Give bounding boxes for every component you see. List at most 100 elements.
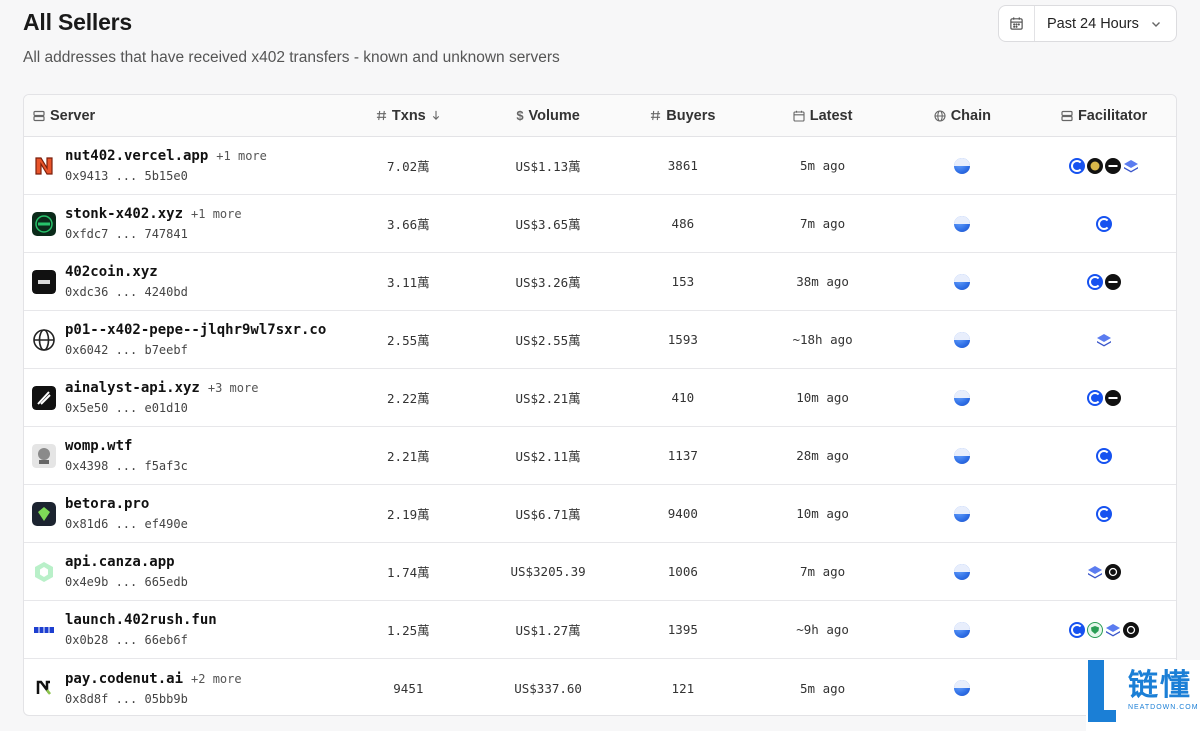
column-header-chain-label: Chain: [950, 107, 991, 124]
server-name-link[interactable]: api.canza.app: [65, 554, 175, 570]
server-cell: pay.codenut.ai +2 more 0x8d8f ... 05bb9b: [24, 671, 333, 706]
base-chain-icon: [954, 157, 971, 174]
chain-cell: [892, 505, 1032, 522]
volume-value: US$2.55萬: [515, 333, 581, 348]
server-address[interactable]: 0x4398 ... f5af3c: [65, 459, 333, 473]
server-name-link[interactable]: womp.wtf: [65, 438, 132, 454]
volume-value: US$3.26萬: [515, 275, 581, 290]
server-logo-icon: [32, 269, 56, 294]
txns-value: 3.66萬: [387, 217, 430, 232]
buyers-value: 3861: [667, 158, 698, 173]
server-address[interactable]: 0x6042 ... b7eebf: [65, 343, 333, 357]
table-row[interactable]: stonk-x402.xyz +1 more 0xfdc7 ... 747841…: [24, 195, 1176, 253]
server-logo-icon: [32, 618, 56, 642]
column-header-server-label: Server: [50, 107, 96, 124]
chain-cell: [892, 215, 1032, 232]
table-row[interactable]: ainalyst-api.xyz +3 more 0x5e50 ... e01d…: [24, 369, 1176, 427]
server-logo-icon: [32, 328, 56, 352]
base-chain-icon: [954, 447, 971, 464]
coinbase-icon: [1096, 215, 1113, 232]
column-header-buyers[interactable]: Buyers: [613, 108, 753, 124]
facilitator-cell: [1032, 215, 1176, 232]
server-address[interactable]: 0x9413 ... 5b15e0: [65, 169, 333, 183]
buyers-value: 121: [671, 680, 695, 696]
base-chain-icon: [954, 389, 971, 406]
server-address[interactable]: 0xdc36 ... 4240bd: [65, 285, 333, 299]
server-address[interactable]: 0xfdc7 ... 747841: [65, 227, 333, 241]
hash-icon: [650, 110, 661, 121]
server-address[interactable]: 0x0b28 ... 66eb6f: [65, 633, 333, 647]
server-name-link[interactable]: betora.pro: [65, 496, 149, 512]
watermark-logo: 链懂 NEATDOWN.COM: [1086, 660, 1200, 731]
time-range-select[interactable]: Past 24 Hours: [998, 5, 1177, 42]
dark-stripe-icon: [1105, 157, 1122, 174]
server-logo-icon: [32, 501, 56, 526]
latest-value: 10m ago: [796, 390, 849, 405]
column-header-txns[interactable]: Txns: [333, 108, 483, 124]
table-row[interactable]: api.canza.app 0x4e9b ... 665edb 1.74萬 US…: [24, 543, 1176, 601]
globe-icon: [934, 109, 946, 122]
base-chain-icon: [954, 273, 971, 290]
server-name-link[interactable]: pay.codenut.ai: [65, 671, 183, 687]
txns-value: 1.74萬: [387, 565, 430, 580]
table-row[interactable]: 402coin.xyz 0xdc36 ... 4240bd 3.11萬 US$3…: [24, 253, 1176, 311]
watermark-cn-text: 链懂: [1128, 668, 1192, 703]
more-domains-link[interactable]: +3 more: [208, 381, 259, 395]
page-title: All Sellers: [23, 9, 133, 35]
volume-value: US$2.21萬: [515, 391, 581, 406]
server-name-link[interactable]: launch.402rush.fun: [65, 612, 217, 628]
server-cell: launch.402rush.fun 0x0b28 ... 66eb6f: [24, 612, 333, 647]
buyers-value: 153: [671, 274, 695, 289]
txns-value: 1.25萬: [387, 623, 430, 638]
shield-icon: [1087, 621, 1104, 638]
table-row[interactable]: pay.codenut.ai +2 more 0x8d8f ... 05bb9b…: [24, 659, 1176, 715]
server-cell: ainalyst-api.xyz +3 more 0x5e50 ... e01d…: [24, 380, 333, 415]
column-header-server[interactable]: Server: [24, 108, 333, 124]
more-domains-link[interactable]: +1 more: [191, 207, 242, 221]
server-name-link[interactable]: stonk-x402.xyz: [65, 206, 183, 222]
facilitator-cell: [1032, 621, 1176, 638]
sellers-table: Server Txns $ Volume Buyers Latest Chain…: [23, 94, 1177, 716]
txns-value: 2.19萬: [387, 507, 430, 522]
table-row[interactable]: womp.wtf 0x4398 ... f5af3c 2.21萬 US$2.11…: [24, 427, 1176, 485]
base-chain-icon: [954, 621, 971, 638]
server-address[interactable]: 0x4e9b ... 665edb: [65, 575, 333, 589]
column-header-facilitator[interactable]: Facilitator: [1032, 108, 1176, 124]
buyers-value: 9400: [667, 506, 698, 521]
latest-value: 38m ago: [796, 274, 849, 289]
base-chain-icon: [954, 331, 971, 348]
table-row[interactable]: p01--x402-pepe--jlqhr9wl7sxr.co 0x6042 .…: [24, 311, 1176, 369]
table-row[interactable]: launch.402rush.fun 0x0b28 ... 66eb6f 1.2…: [24, 601, 1176, 659]
more-domains-link[interactable]: +2 more: [191, 672, 242, 686]
table-row[interactable]: betora.pro 0x81d6 ... ef490e 2.19萬 US$6.…: [24, 485, 1176, 543]
chain-cell: [892, 621, 1032, 638]
server-cell: betora.pro 0x81d6 ... ef490e: [24, 496, 333, 531]
column-header-volume[interactable]: $ Volume: [483, 108, 613, 124]
sort-down-arrow-icon: [431, 110, 441, 121]
latest-value: 7m ago: [800, 564, 846, 579]
table-row[interactable]: nut402.vercel.app +1 more 0x9413 ... 5b1…: [24, 137, 1176, 195]
column-header-facilitator-label: Facilitator: [1077, 107, 1148, 124]
column-header-chain[interactable]: Chain: [892, 108, 1032, 124]
server-address[interactable]: 0x81d6 ... ef490e: [65, 517, 333, 531]
server-address[interactable]: 0x5e50 ... e01d10: [65, 401, 333, 415]
server-name-link[interactable]: 402coin.xyz: [65, 264, 158, 280]
volume-value: US$1.27萬: [515, 623, 581, 638]
facilitator-cell: [1032, 563, 1176, 580]
server-name-link[interactable]: ainalyst-api.xyz: [65, 380, 200, 396]
chevron-down-icon: [1150, 18, 1162, 30]
txns-value: 9451: [393, 680, 424, 696]
volume-value: US$6.71萬: [515, 507, 581, 522]
buyers-value: 1593: [667, 332, 698, 347]
server-logo-icon: [32, 211, 56, 236]
chain-cell: [892, 563, 1032, 580]
column-header-latest[interactable]: Latest: [753, 108, 893, 124]
chain-cell: [892, 157, 1032, 174]
column-header-volume-label: Volume: [528, 107, 580, 124]
latest-value: 5m ago: [800, 680, 846, 696]
server-name-link[interactable]: nut402.vercel.app: [65, 148, 208, 164]
chain-cell: [892, 680, 1032, 696]
server-name-link[interactable]: p01--x402-pepe--jlqhr9wl7sxr.co: [65, 322, 326, 338]
server-address[interactable]: 0x8d8f ... 05bb9b: [65, 692, 333, 706]
more-domains-link[interactable]: +1 more: [216, 149, 267, 163]
